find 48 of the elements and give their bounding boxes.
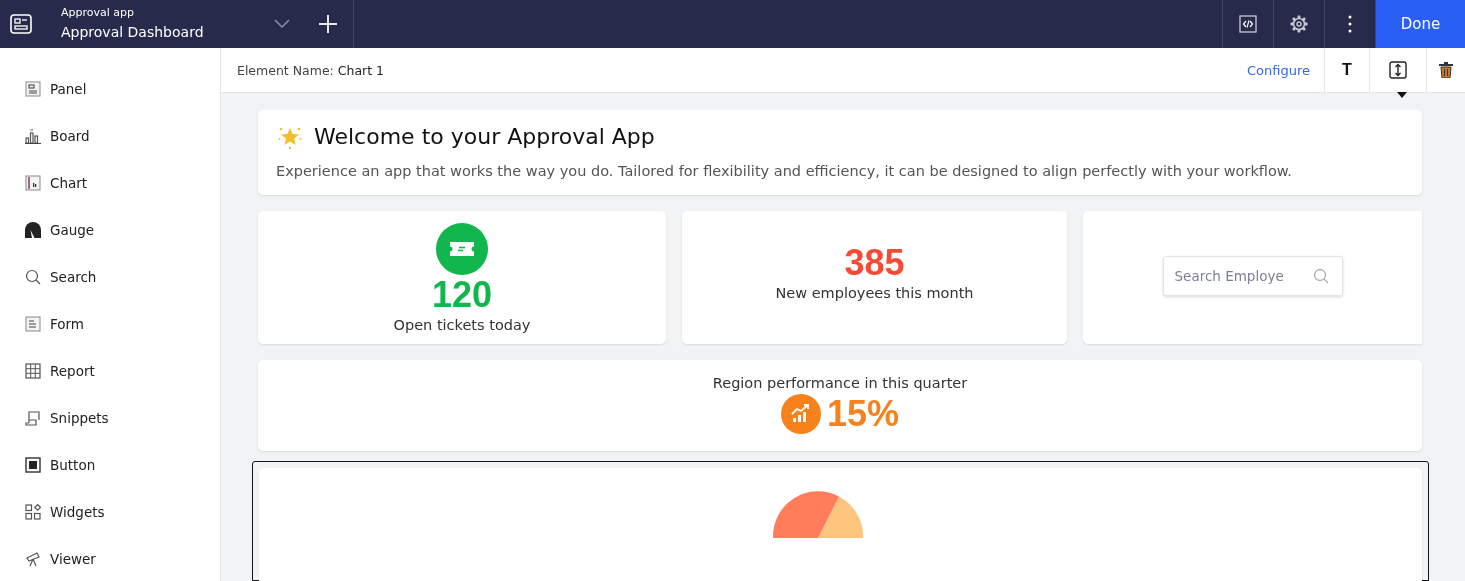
welcome-description: Experience an app that works the way you do. Tailored for flexibility and efficiency, it can be designed to align perfectly with your workflow. [276,163,1293,179]
welcome-title: Welcome to your Approval App [314,124,655,149]
code-icon[interactable] [1239,15,1257,33]
sidebar-item[interactable]: Widgets [0,488,220,535]
bar-chart-icon [25,127,41,144]
app-icon[interactable] [10,14,32,34]
page-title: Approval Dashboard [61,23,205,42]
stat-label: Open tickets today [393,317,531,334]
chevron-down-icon[interactable] [274,19,290,29]
sidebar-item[interactable]: Snippets [0,394,220,441]
sidebar-item[interactable]: Panel [0,65,220,112]
configure-link[interactable]: Configure [1247,62,1324,78]
element-name: Element Name: Chart 1 [236,62,385,78]
resize-height-icon[interactable] [1389,61,1407,79]
sidebar-item[interactable]: Board [0,112,220,159]
stat-value: 120 [431,275,493,316]
stat-label: New employees this month [775,285,974,302]
search-icon [25,268,41,285]
sidebar-item[interactable]: Report [0,347,220,394]
widgets-icon [25,503,41,520]
search-icon [1312,268,1329,285]
region-value: 15% [826,393,900,436]
sidebar-item[interactable]: Search [0,253,220,300]
sidebar-item[interactable]: Viewer [0,535,220,581]
button-icon [25,456,41,473]
scroll-icon [25,409,41,426]
sidebar-item[interactable]: Form [0,300,220,347]
ticket-icon [436,223,488,276]
more-icon[interactable] [1348,15,1352,33]
panel-icon [25,80,41,97]
chart-icon [25,174,41,191]
trash-icon[interactable] [1439,62,1453,78]
sidebar-item[interactable]: Gauge [0,206,220,253]
done-button[interactable]: Done [1376,0,1465,48]
form-icon [25,315,41,332]
stat-value: 385 [844,243,905,284]
search-field[interactable]: Search Employe [1162,256,1343,297]
grid-icon [25,362,41,379]
sidebar-item[interactable]: Button [0,441,220,488]
settings-icon[interactable] [1290,15,1308,33]
trend-icon [780,394,821,435]
region-label: Region performance in this quarter [712,375,968,392]
sidebar-item[interactable]: Chart [0,159,220,206]
gauge-icon [25,221,41,238]
chart-panel[interactable] [252,461,1429,581]
plus-icon[interactable] [319,15,337,33]
telescope-icon [25,550,41,567]
app-name: Approval app [61,6,135,20]
